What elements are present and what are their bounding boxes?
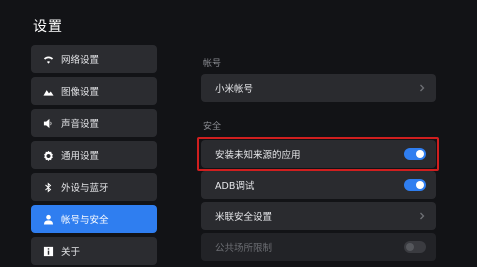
- chevron-right-icon: [418, 84, 426, 92]
- page-title: 设置: [33, 19, 63, 35]
- image-icon: [42, 85, 54, 97]
- sidebar-item-image[interactable]: 图像设置: [31, 77, 157, 105]
- toggle-knob: [406, 243, 414, 251]
- info-icon: [42, 245, 54, 257]
- section-label-account: 帐号: [203, 59, 222, 69]
- gear-icon: [42, 149, 54, 161]
- sidebar-item-label: 外设与蓝牙: [61, 183, 109, 194]
- adb-debug-label: ADB调试: [215, 181, 255, 192]
- user-icon: [42, 213, 54, 225]
- sidebar-item-label: 帐号与安全: [61, 215, 109, 226]
- sidebar: 网络设置 图像设置 声音设置 通用设置 外设与蓝牙 帐号与安全 关于: [31, 45, 157, 267]
- adb-debug-row[interactable]: ADB调试: [201, 171, 436, 199]
- sidebar-item-label: 图像设置: [61, 87, 100, 98]
- public-place-limit-row[interactable]: 公共场所限制: [201, 233, 436, 261]
- adb-debug-toggle[interactable]: [404, 179, 426, 191]
- mi-link-security-label: 米联安全设置: [215, 212, 273, 223]
- highlight-box: [197, 137, 439, 171]
- sidebar-item-label: 声音设置: [61, 119, 100, 130]
- public-place-limit-toggle[interactable]: [404, 241, 426, 253]
- section-label-security: 安全: [203, 122, 222, 132]
- speaker-icon: [42, 117, 54, 129]
- sidebar-item-general[interactable]: 通用设置: [31, 141, 157, 169]
- wifi-icon: [42, 53, 54, 65]
- sidebar-item-sound[interactable]: 声音设置: [31, 109, 157, 137]
- public-place-limit-label: 公共场所限制: [215, 243, 273, 254]
- chevron-right-icon: [418, 212, 426, 220]
- bluetooth-icon: [42, 181, 54, 193]
- mi-link-security-row[interactable]: 米联安全设置: [201, 202, 436, 230]
- xiaomi-account-row[interactable]: 小米帐号: [201, 74, 436, 102]
- sidebar-item-account-security[interactable]: 帐号与安全: [31, 205, 157, 233]
- sidebar-item-label: 关于: [61, 247, 81, 258]
- sidebar-item-network[interactable]: 网络设置: [31, 45, 157, 73]
- sidebar-item-about[interactable]: 关于: [31, 237, 157, 265]
- sidebar-item-label: 通用设置: [61, 151, 100, 162]
- sidebar-item-peripherals[interactable]: 外设与蓝牙: [31, 173, 157, 201]
- sidebar-item-label: 网络设置: [61, 55, 100, 66]
- toggle-knob: [416, 181, 424, 189]
- xiaomi-account-label: 小米帐号: [215, 84, 254, 95]
